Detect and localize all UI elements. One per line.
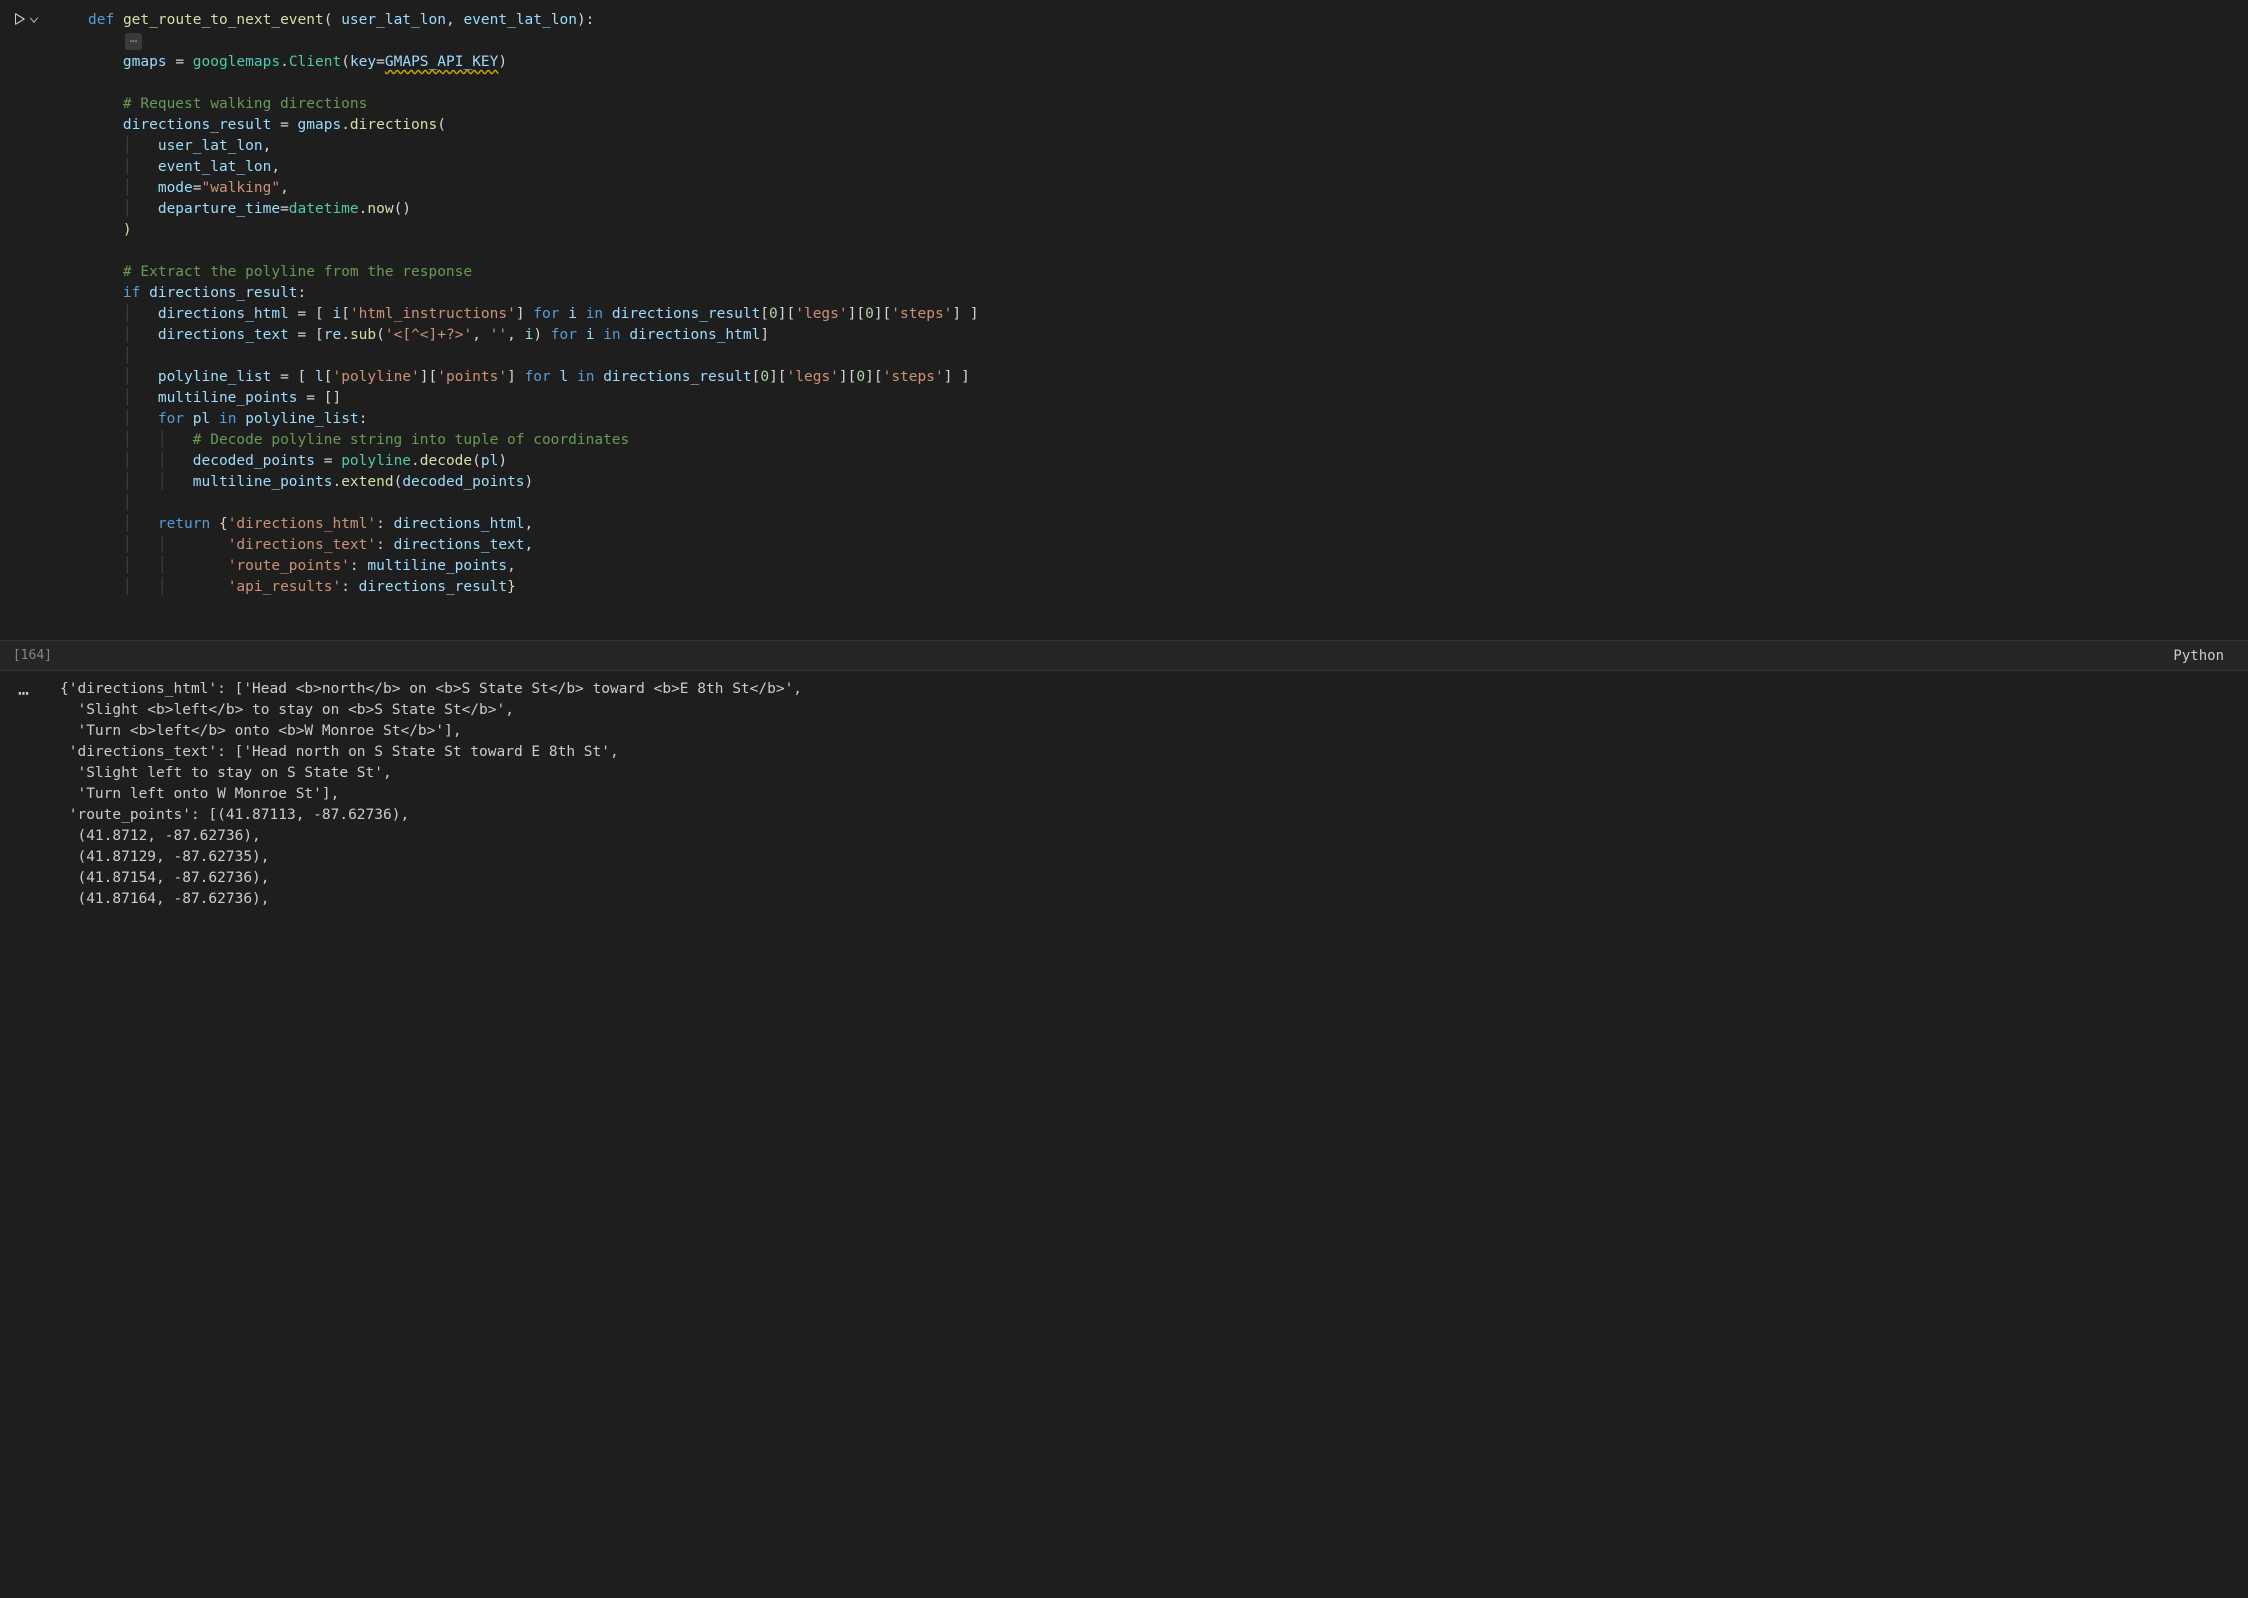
- paren: ): [123, 222, 132, 238]
- kw-return: return: [158, 516, 210, 532]
- comment: # Decode polyline string into tuple of c…: [193, 432, 630, 448]
- kwarg: departure_time: [158, 201, 280, 217]
- fold-badge[interactable]: ⋯: [125, 33, 142, 50]
- kw-def: def: [88, 12, 114, 28]
- key: 'api_results': [228, 579, 342, 595]
- output-line: 'Slight <b>left</b> to stay on <b>S Stat…: [60, 702, 514, 718]
- output-line: 'Turn left onto W Monroe St'],: [60, 786, 339, 802]
- output-cell: ⋯ {'directions_html': ['Head <b>north</b…: [0, 671, 2248, 912]
- paren: (): [394, 201, 411, 217]
- paren: (: [324, 12, 341, 28]
- output-text: {'directions_html': ['Head <b>north</b> …: [60, 679, 2240, 910]
- brace: {: [210, 516, 227, 532]
- comment: # Request walking directions: [123, 96, 367, 112]
- notebook: def get_route_to_next_event( user_lat_lo…: [0, 0, 2248, 912]
- paren: (: [341, 54, 350, 70]
- paren: ):: [577, 12, 594, 28]
- output-line: (41.87164, -87.62736),: [60, 891, 270, 907]
- output-line: 'Turn <b>left</b> onto <b>W Monroe St</b…: [60, 723, 462, 739]
- kw-in: in: [219, 411, 236, 427]
- key: 'directions_text': [228, 537, 376, 553]
- code-cell[interactable]: def get_route_to_next_event( user_lat_lo…: [0, 8, 2248, 600]
- comma: ,: [446, 12, 463, 28]
- code-editor[interactable]: def get_route_to_next_event( user_lat_lo…: [60, 10, 2240, 598]
- param: event_lat_lon: [463, 12, 577, 28]
- function-name: get_route_to_next_event: [123, 12, 324, 28]
- output-line: 'directions_text': ['Head north on S Sta…: [60, 744, 619, 760]
- var: directions_result: [123, 117, 271, 133]
- param: user_lat_lon: [341, 12, 446, 28]
- class: Client: [289, 54, 341, 70]
- cell-gutter: [8, 10, 60, 26]
- kw-if: if: [123, 285, 140, 301]
- output-line: (41.87129, -87.62735),: [60, 849, 270, 865]
- method: now: [367, 201, 393, 217]
- output-line: {'directions_html': ['Head <b>north</b> …: [60, 681, 802, 697]
- paren: (: [437, 117, 446, 133]
- kw-for: for: [158, 411, 184, 427]
- paren: ): [498, 54, 507, 70]
- constant-warning: GMAPS_API_KEY: [385, 54, 499, 70]
- cell-status-bar: [164] Python: [0, 640, 2248, 671]
- string: "walking": [202, 180, 281, 196]
- dot: .: [280, 54, 289, 70]
- arg: user_lat_lon: [158, 138, 263, 154]
- language-label[interactable]: Python: [2173, 646, 2240, 666]
- comment: # Extract the polyline from the response: [123, 264, 472, 280]
- key: 'directions_html': [228, 516, 376, 532]
- eq: =: [193, 180, 202, 196]
- colon: :: [376, 516, 393, 532]
- indent-guide: [88, 54, 123, 70]
- method: directions: [350, 117, 437, 133]
- module: googlemaps: [193, 54, 280, 70]
- arg: event_lat_lon: [158, 159, 272, 175]
- colon: :: [376, 537, 393, 553]
- colon: :: [350, 558, 367, 574]
- kwarg: mode: [158, 180, 193, 196]
- execution-count: [164]: [8, 645, 60, 666]
- sp: [184, 411, 193, 427]
- output-line: 'route_points': [(41.87113, -87.62736),: [60, 807, 409, 823]
- kwarg: key: [350, 54, 376, 70]
- play-icon[interactable]: [12, 12, 26, 26]
- eq: =: [376, 54, 385, 70]
- key: 'route_points': [228, 558, 350, 574]
- output-ellipsis-icon[interactable]: ⋯: [8, 679, 60, 707]
- output-line: (41.8712, -87.62736),: [60, 828, 261, 844]
- colon: :: [341, 579, 358, 595]
- space: [114, 12, 123, 28]
- cond: [140, 285, 149, 301]
- indent-guide: [88, 33, 123, 49]
- var: gmaps: [123, 54, 167, 70]
- chevron-down-icon[interactable]: [28, 12, 40, 24]
- output-line: (41.87154, -87.62736),: [60, 870, 270, 886]
- class: datetime: [289, 201, 359, 217]
- output-line: 'Slight left to stay on S State St',: [60, 765, 392, 781]
- eq: =: [280, 201, 289, 217]
- comma: ,: [280, 180, 289, 196]
